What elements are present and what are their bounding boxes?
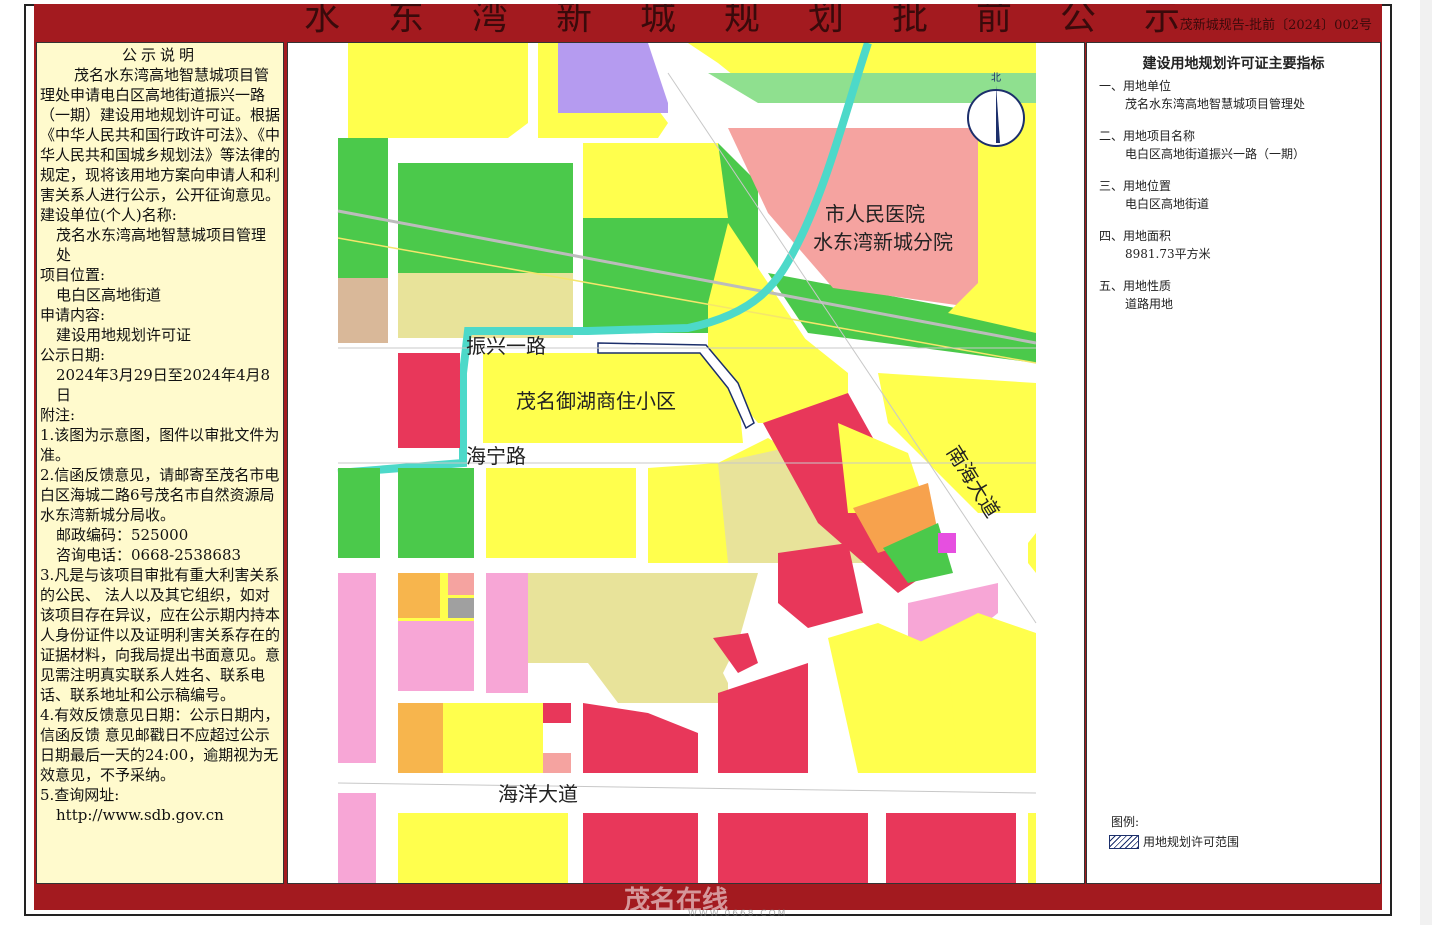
school-plot [398,621,474,691]
residential-plot [348,43,528,138]
indicator-label: 四、用地面积 [1099,229,1172,243]
residential-plot [443,703,543,773]
school-plot [338,573,376,763]
commercial-plot [543,703,571,723]
indicator-heading: 建设用地规划许可证主要指标 [1142,56,1325,72]
commercial-plot [583,813,698,883]
green-belt [398,163,573,273]
title-bar: 水东湾新城规划批前公示 茂新城规告-批前〔2024〕002号 [34,4,1382,38]
applicant-value: 茂名水东湾高地智慧城项目管理处 [56,226,267,264]
notes-label: 附注: [40,406,76,424]
commercial-service-plot [398,573,440,618]
indicator-label: 五、用地性质 [1099,279,1172,293]
commercial-plot [398,353,460,448]
residential-plot [583,143,728,218]
school-plot [338,793,376,883]
community-label: 茂名御湖商住小区 [516,389,676,413]
phone: 咨询电话：0668-2538683 [56,546,242,564]
green-plot [338,468,380,558]
note-2: 2.信函反馈意见，请邮寄至茂名市电白区海城二路6号茂名市自然资源局水东湾新城分局… [40,466,280,524]
village-plot [338,278,388,343]
indicator-item: 五、用地性质 道路用地 [1099,277,1369,313]
indicator-item: 四、用地面积 8981.73平方米 [1099,227,1369,263]
school-plot [486,573,528,693]
legend-label: 图例: [1111,815,1140,829]
legend-hatch-swatch [1109,835,1139,849]
public-facility-plot [558,43,668,113]
road-haiyang-label: 海洋大道 [498,782,578,806]
indicator-item: 二、用地项目名称 电白区高地街道振兴一路（一期） [1099,127,1369,163]
date-value: 2024年3月29日至2024年4月8日 [56,366,271,404]
north-label: 北 [991,72,1001,84]
green-plot [398,468,474,558]
commercial-service-plot [398,703,443,773]
content-value: 建设用地规划许可证 [56,326,192,344]
indicator-panel: 建设用地规划许可证主要指标 一、用地单位 茂名水东湾高地智慧城项目管理处 二、用… [1086,42,1381,884]
location-value: 电白区高地街道 [56,286,162,304]
scrollbar[interactable] [1420,0,1432,925]
indicator-value: 道路用地 [1125,297,1174,311]
commercial-plot [886,813,1016,883]
indicator-item: 一、用地单位 茂名水东湾高地智慧城项目管理处 [1099,77,1369,113]
indicator-label: 一、用地单位 [1099,79,1172,93]
note-1: 1.该图为示意图，图件以审批文件为准。 [40,426,280,464]
watermark-url: WWW.0668.COM [688,909,788,919]
postcode: 邮政编码：525000 [56,526,189,544]
indicator-value: 电白区高地街道振兴一路（一期） [1125,147,1306,161]
applicant-label: 建设单位(个人)名称: [40,206,177,224]
indicator-label: 三、用地位置 [1099,179,1172,193]
residential-plot [486,468,636,558]
residential-plot [1028,813,1036,883]
public-facility-plot [448,573,474,595]
note-4: 4.有效反馈意见日期：公示日期内，信函反馈 意见邮戳日不应超过公示日期最后一天的… [40,706,280,784]
indicator-value: 8981.73平方米 [1125,247,1211,261]
indicator-value: 茂名水东湾高地智慧城项目管理处 [1125,97,1306,111]
indicator-label: 二、用地项目名称 [1099,129,1196,143]
date-label: 公示日期: [40,346,106,364]
legend-item-label: 用地规划许可范围 [1143,835,1240,849]
note-3: 3.凡是与该项目审批有重大利害关系的公民、 法人以及其它组织，如对该项目存在异议… [40,566,281,704]
notice-paragraph: 茂名水东湾高地智慧城项目管理处申请电白区高地街道振兴一路（一期）建设用地规划许可… [40,66,281,204]
notice-heading: 公示说明 [121,46,198,64]
indicator-value: 电白区高地街道 [1125,197,1210,211]
notice-title: 水东湾新城规划批前公示 [304,4,1229,38]
utility-plot [448,598,474,618]
note-5-label: 5.查询网址: [40,786,120,804]
planning-map: 北 市人民医院 水东湾新城分院 振兴一路 茂名御湖商住小区 海宁路 南海大道 海… [287,42,1085,884]
website-url: http://www.sdb.gov.cn [56,806,224,824]
road-haining-label: 海宁路 [466,444,526,468]
road-zhenxing-label: 振兴一路 [466,334,546,358]
indicator-item: 三、用地位置 电白区高地街道 [1099,177,1369,213]
document-number: 茂新城规告-批前〔2024〕002号 [1179,18,1372,33]
commercial-plot [718,813,868,883]
location-label: 项目位置: [40,266,106,284]
residential-plot [398,813,568,883]
hospital-label-1: 市人民医院 [825,202,925,226]
public-facility-plot [938,533,956,553]
planning-map-svg: 北 市人民医院 水东湾新城分院 振兴一路 茂名御湖商住小区 海宁路 南海大道 海… [288,43,1084,883]
content-label: 申请内容: [40,306,106,324]
hospital-label-2: 水东湾新城分院 [813,230,953,254]
public-facility-plot [543,753,571,773]
notice-description-panel: 公示说明 茂名水东湾高地智慧城项目管理处申请电白区高地街道振兴一路（一期）建设用… [36,42,284,884]
